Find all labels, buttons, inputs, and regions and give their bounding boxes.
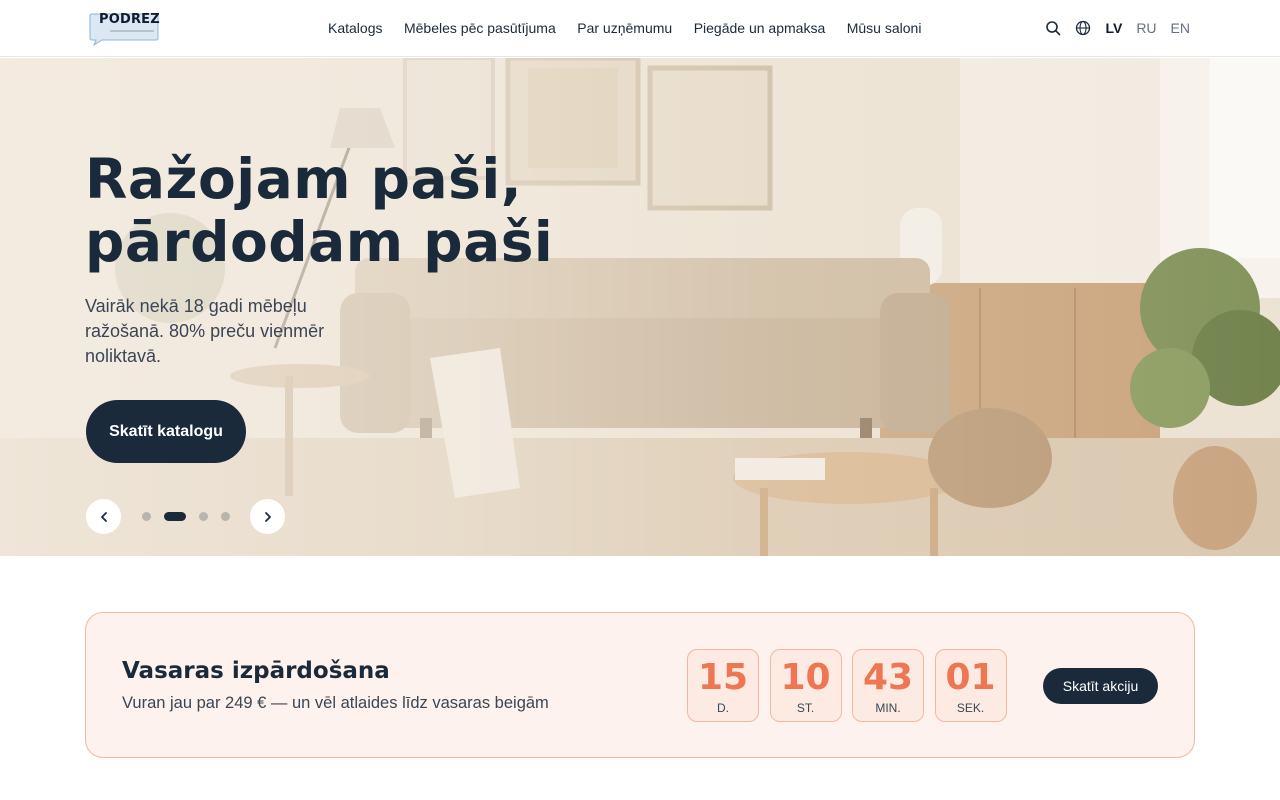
globe-icon[interactable] [1075,20,1091,36]
nav-custom-furniture[interactable]: Mēbeles pēc pasūtījuma [404,18,556,38]
lang-en[interactable]: EN [1171,18,1190,38]
countdown-minutes: 43 MIN. [852,649,924,722]
carousel-dots [135,512,236,521]
summer-sale-banner: Vasaras izpārdošana Vuran jau par 249 € … [85,612,1195,758]
hero-subtitle: Vairāk nekā 18 gadi mēbeļu ražošanā. 80%… [85,296,325,366]
promo-text: Vuran jau par 249 € — un vēl atlaides lī… [122,694,549,712]
countdown-unit: MIN. [875,701,901,715]
countdown-days: 15 D. [687,649,759,722]
hero-carousel-controls [86,499,285,534]
countdown-value: 10 [780,657,831,698]
site-header: PODREZ Katalogs Mēbeles pēc pasūtījuma P… [0,0,1280,57]
countdown-unit: SEK. [956,701,985,715]
carousel-dot[interactable] [220,512,230,521]
carousel-dot-active[interactable] [163,512,186,521]
countdown-timer: 15 D. 10 ST. 43 MIN. 01 SEK. [687,649,1017,722]
nav-about[interactable]: Par uzņēmumu [577,18,672,38]
nav-katalogs[interactable]: Katalogs [328,18,382,38]
countdown-seconds: 01 SEK. [934,649,1007,722]
countdown-unit: ST. [796,701,815,715]
header-tools: LV RU EN [1045,16,1190,40]
nav-delivery[interactable]: Piegāde un apmaksa [694,18,826,38]
search-icon[interactable] [1045,20,1061,36]
lang-ru[interactable]: RU [1136,18,1156,38]
carousel-prev-button[interactable] [86,499,121,534]
hero-title: Ražojam paši, pārdodam paši [85,147,554,274]
countdown-hours: 10 ST. [769,649,842,722]
main-nav: Katalogs Mēbeles pēc pasūtījuma Par uzņē… [328,18,943,38]
chevron-right-icon [264,511,271,522]
countdown-unit: D. [717,701,729,715]
logo[interactable]: PODREZ [88,10,160,47]
view-promotion-button[interactable]: Skatīt akciju [1043,668,1158,704]
view-catalog-button[interactable]: Skatīt katalogu [86,400,246,463]
countdown-value: 43 [862,657,914,698]
logo-text: PODREZ [99,12,160,27]
promo-title: Vasaras izpārdošana [122,658,390,684]
hero-banner: Ražojam paši, pārdodam paši Vairāk nekā … [0,58,1280,556]
logo-tagline-line [110,30,154,32]
carousel-dot[interactable] [141,512,151,521]
countdown-value: 15 [697,657,749,698]
carousel-dot[interactable] [198,512,208,521]
carousel-next-button[interactable] [250,499,285,534]
nav-showrooms[interactable]: Mūsu saloni [847,18,922,38]
countdown-value: 01 [945,657,996,698]
lang-lv[interactable]: LV [1105,18,1122,38]
chevron-left-icon [100,511,107,522]
